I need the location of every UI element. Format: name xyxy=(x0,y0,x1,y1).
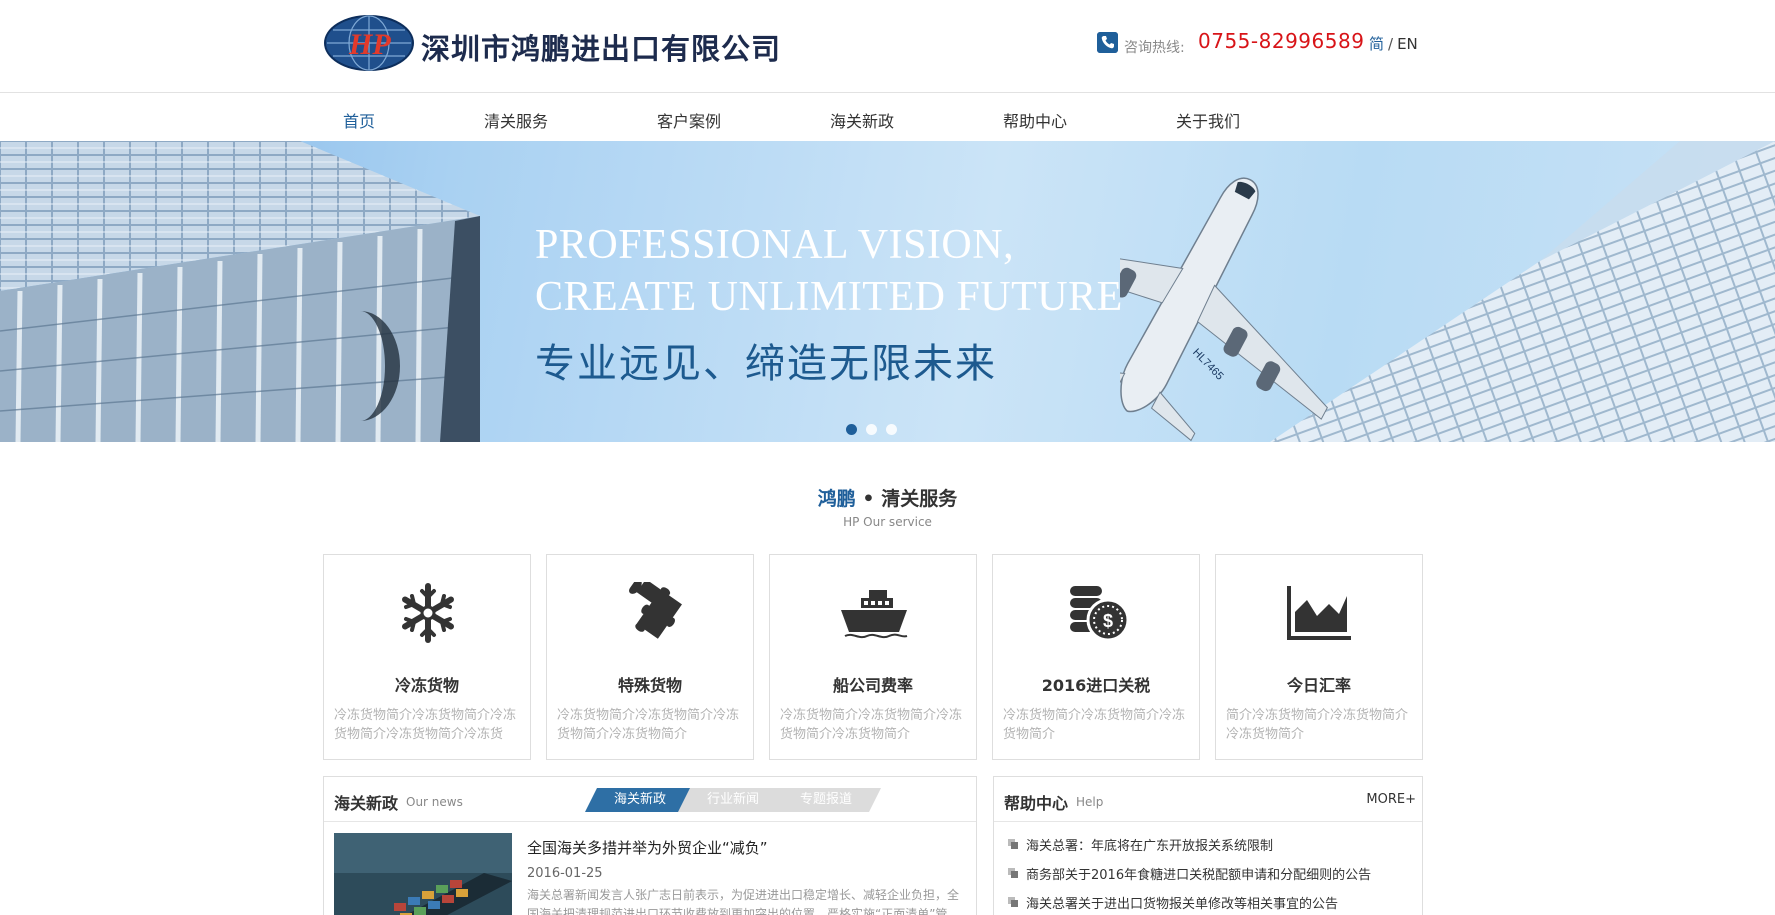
news-thumbnail-image[interactable] xyxy=(334,833,512,915)
carousel-dot-3[interactable] xyxy=(886,424,897,435)
more-link[interactable]: MORE+ xyxy=(1366,792,1416,807)
airplane-image: HL7465 xyxy=(1120,141,1775,442)
news-summary: 海关总署新闻发言人张广志日前表示，为促进进出口稳定增长、减轻企业负担，全国海关把… xyxy=(527,888,960,915)
carousel-dot-1[interactable] xyxy=(846,424,857,435)
snowflake-icon xyxy=(402,583,454,643)
service-card-import-tariff[interactable]: $ 2016进口关税 冷冻货物简介冷冻货物简介冷冻货物简介 xyxy=(992,554,1200,760)
service-card-desc: 冷冻货物简介冷冻货物简介冷冻货物简介冷冻货物简介 xyxy=(780,708,963,742)
lang-english-link[interactable]: EN xyxy=(1397,35,1418,53)
company-name[interactable]: 深圳市鸿鹏进出口有限公司 xyxy=(421,26,781,68)
banner-english-line1: PROFESSIONAL VISION, xyxy=(535,222,1015,268)
puzzle-icon xyxy=(629,582,682,639)
help-panel-header: 帮助中心 Help MORE+ xyxy=(994,777,1422,822)
nav-item-help[interactable]: 帮助中心 xyxy=(1003,108,1067,132)
service-card-desc: 冷冻货物简介冷冻货物简介冷冻货物简介冷冻货物简介冷冻货 xyxy=(334,708,517,742)
lang-separator: / xyxy=(1388,35,1394,53)
service-card-desc: 简介冷冻货物简介冷冻货物简介冷冻货物简介 xyxy=(1226,708,1409,742)
language-switch: 简 / EN xyxy=(1369,33,1418,54)
help-list-item[interactable]: 海关总署关于进出口货物报关单修改等相关事宜的公告 xyxy=(1008,893,1413,915)
plane-registration: HL7465 xyxy=(1190,347,1225,383)
hero-banner[interactable]: HL7465 PROFESSIONAL VISION, CREATE UNLIM… xyxy=(0,141,1775,442)
svg-text:$: $ xyxy=(1103,611,1113,631)
tab-customs-policy[interactable]: 海关新政 xyxy=(585,788,695,812)
service-card-title: 冷冻货物 xyxy=(394,676,459,695)
news-date: 2016-01-25 xyxy=(527,866,603,881)
phone-icon xyxy=(1097,32,1118,53)
nav-item-about[interactable]: 关于我们 xyxy=(1176,108,1240,132)
service-card-title: 今日汇率 xyxy=(1286,676,1351,695)
services-heading-dot: • xyxy=(855,488,882,510)
help-list: 海关总署：年底将在广东开放报关系统限制 商务部关于2016年食糖进口关税配额申请… xyxy=(1008,835,1413,915)
service-card-special[interactable]: 特殊货物 冷冻货物简介冷冻货物简介冷冻货物简介冷冻货物简介 xyxy=(546,554,754,760)
header: HP 深圳市鸿鹏进出口有限公司 咨询热线: 0755-82996589 简 / EN xyxy=(0,0,1775,93)
nav-item-customs-service[interactable]: 清关服务 xyxy=(484,108,548,132)
lang-chinese-link[interactable]: 简 xyxy=(1369,35,1384,53)
help-item-text: 海关总署：年底将在广东开放报关系统限制 xyxy=(1026,839,1274,854)
service-card-desc: 冷冻货物简介冷冻货物简介冷冻货物简介 xyxy=(1003,708,1186,742)
service-card-title: 2016进口关税 xyxy=(1041,676,1151,695)
nav-item-cases[interactable]: 客户案例 xyxy=(657,108,721,132)
help-item-text: 商务部关于2016年食糖进口关税配额申请和分配细则的公告 xyxy=(1026,868,1372,883)
building-image xyxy=(0,141,480,442)
news-panel: 海关新政 Our news 海关新政 行业新闻 专题报道 全国海关多措并举为外贸… xyxy=(323,776,977,915)
help-item-text: 海关总署关于进出口货物报关单修改等相关事宜的公告 xyxy=(1026,897,1339,912)
banner-english-slogan: PROFESSIONAL VISION, CREATE UNLIMITED FU… xyxy=(535,219,1123,323)
services-heading: 鸿鹏 • 清关服务 xyxy=(0,484,1775,511)
coins-icon: $ xyxy=(1070,586,1130,642)
main-nav: 首页 清关服务 客户案例 海关新政 帮助中心 关于我们 xyxy=(0,93,1775,141)
help-panel: 帮助中心 Help MORE+ 海关总署：年底将在广东开放报关系统限制 商务部关… xyxy=(993,776,1423,915)
page: HP 深圳市鸿鹏进出口有限公司 咨询热线: 0755-82996589 简 / EN… xyxy=(0,0,1775,915)
help-panel-title: 帮助中心 xyxy=(1004,794,1069,813)
services-heading-main: 清关服务 xyxy=(881,488,958,510)
nav-item-customs-policy[interactable]: 海关新政 xyxy=(830,108,894,132)
service-card-frozen[interactable]: 冷冻货物 冷冻货物简介冷冻货物简介冷冻货物简介冷冻货物简介冷冻货 xyxy=(323,554,531,760)
help-panel-title-en: Help xyxy=(1076,795,1104,809)
services-subheading: HP Our service xyxy=(843,515,932,529)
banner-chinese-slogan: 专业远见、缔造无限未来 xyxy=(535,341,997,387)
service-card-shipping-rates[interactable]: 船公司费率 冷冻货物简介冷冻货物简介冷冻货物简介冷冻货物简介 xyxy=(769,554,977,760)
hotline-label: 咨询热线: xyxy=(1124,40,1185,56)
tab-industry-news[interactable]: 行业新闻 xyxy=(678,788,788,812)
globe-logo-icon[interactable]: HP xyxy=(323,14,415,72)
carousel-dot-2[interactable] xyxy=(866,424,877,435)
banner-english-line2: CREATE UNLIMITED FUTURE xyxy=(535,274,1123,320)
area-chart-icon xyxy=(1287,586,1351,640)
doc-bullet-icon xyxy=(1008,897,1018,907)
service-card-exchange-rate[interactable]: 今日汇率 简介冷冻货物简介冷冻货物简介冷冻货物简介 xyxy=(1215,554,1423,760)
tab-special-report[interactable]: 专题报道 xyxy=(771,788,881,812)
service-card-desc: 冷冻货物简介冷冻货物简介冷冻货物简介冷冻货物简介 xyxy=(557,708,740,742)
doc-bullet-icon xyxy=(1008,868,1018,878)
news-panel-title-en: Our news xyxy=(406,795,463,809)
logo-letters: HP xyxy=(348,28,391,61)
news-panel-title: 海关新政 xyxy=(334,794,399,813)
nav-item-home[interactable]: 首页 xyxy=(343,108,375,132)
doc-bullet-icon xyxy=(1008,839,1018,849)
services-heading-brand: 鸿鹏 xyxy=(817,488,856,510)
carousel-dots xyxy=(846,420,906,435)
service-card-title: 特殊货物 xyxy=(617,676,682,695)
ship-icon xyxy=(841,590,908,639)
service-card-title: 船公司费率 xyxy=(832,676,913,695)
help-list-item[interactable]: 海关总署：年底将在广东开放报关系统限制 xyxy=(1008,835,1413,864)
news-headline-link[interactable]: 全国海关多措并举为外贸企业“减负” xyxy=(527,837,768,858)
hotline-number: 0755-82996589 xyxy=(1198,29,1365,53)
help-list-item[interactable]: 商务部关于2016年食糖进口关税配额申请和分配细则的公告 xyxy=(1008,864,1413,893)
news-panel-header: 海关新政 Our news 海关新政 行业新闻 专题报道 xyxy=(324,777,976,822)
